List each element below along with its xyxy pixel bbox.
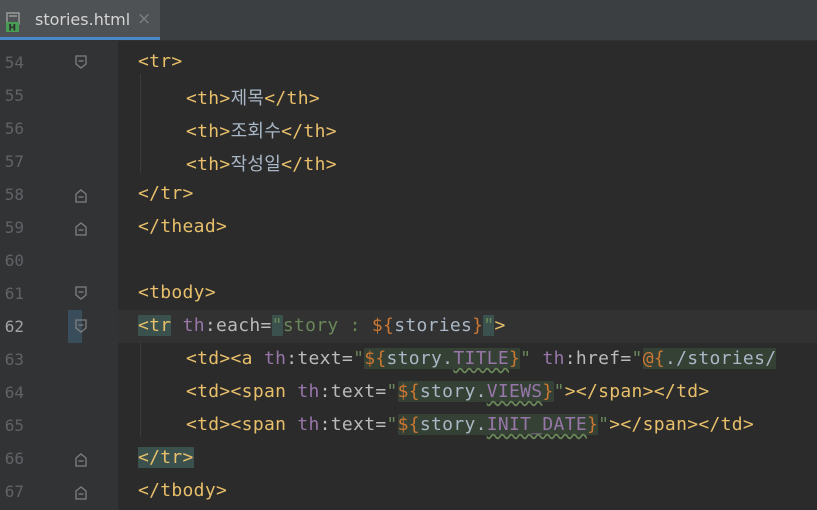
code-line[interactable]: 66 </tr> xyxy=(0,442,817,475)
code-text: <td><a th:text="${story.TITLE}" th:href=… xyxy=(186,348,777,369)
code-line[interactable]: 67 </tbody> xyxy=(0,475,817,508)
line-number: 59 xyxy=(4,218,24,237)
line-number: 54 xyxy=(4,53,24,72)
line-number: 65 xyxy=(4,416,24,435)
tab-stories-html[interactable]: H stories.html × xyxy=(0,0,160,40)
line-number: 57 xyxy=(4,152,24,171)
gutter-cell: 58 xyxy=(0,178,118,211)
code-text: <th>작성일</th> xyxy=(186,154,337,175)
code-line[interactable]: 58 </tr> xyxy=(0,178,817,211)
code-text: </tr> xyxy=(138,447,194,468)
code-text: </tr> xyxy=(138,183,194,204)
code-text: <tr th:each="story : ${stories}"> xyxy=(138,315,506,336)
code-text: <td><span th:text="${story.INIT_DATE}"><… xyxy=(186,414,755,435)
code-line[interactable]: 61 <tbody> xyxy=(0,277,817,310)
code-line[interactable]: 63 <td><a th:text="${story.TITLE}" th:hr… xyxy=(0,343,817,376)
line-number: 60 xyxy=(4,251,24,270)
code-text: <td><span th:text="${story.VIEWS}"></spa… xyxy=(186,381,710,402)
code-line[interactable]: 60 xyxy=(0,244,817,277)
svg-text:H: H xyxy=(9,24,17,33)
code-line[interactable]: 65 <td><span th:text="${story.INIT_DATE}… xyxy=(0,409,817,442)
gutter-cell: 60 xyxy=(0,244,118,277)
code-text: <tbody> xyxy=(138,282,216,303)
gutter-cell: 65 xyxy=(0,409,118,442)
line-number: 66 xyxy=(4,449,24,468)
gutter-cell: 63 xyxy=(0,343,118,376)
code-text: <th>제목</th> xyxy=(186,88,320,109)
code-line[interactable]: 59 </thead> xyxy=(0,211,817,244)
html-file-icon: H xyxy=(6,12,20,33)
code-line[interactable]: 57 <th>작성일</th> xyxy=(0,145,817,178)
gutter-cell: 61 xyxy=(0,277,118,310)
line-number: 56 xyxy=(4,119,24,138)
fold-open-icon[interactable] xyxy=(74,286,88,302)
code-text: <tr> xyxy=(138,51,183,72)
active-tab-indicator xyxy=(0,37,160,40)
close-icon[interactable]: × xyxy=(137,9,151,29)
fold-close-icon[interactable] xyxy=(74,220,88,236)
gutter-cell: 67 xyxy=(0,475,118,508)
gutter-cell: 54 xyxy=(0,46,118,79)
fold-close-icon[interactable] xyxy=(74,451,88,467)
gutter-cell: 57 xyxy=(0,145,118,178)
fold-close-icon[interactable] xyxy=(74,484,88,500)
fold-close-icon[interactable] xyxy=(74,187,88,203)
code-line[interactable]: 55 <th>제목</th> xyxy=(0,79,817,112)
line-number: 62 xyxy=(4,317,24,336)
code-line[interactable]: 64 <td><span th:text="${story.VIEWS}"></… xyxy=(0,376,817,409)
gutter-cell: 56 xyxy=(0,112,118,145)
code-line-current[interactable]: 62 <tr th:each="story : ${stories}"> xyxy=(0,310,817,343)
gutter-cell: 55 xyxy=(0,79,118,112)
gutter-cell: 64 xyxy=(0,376,118,409)
code-text: </tbody> xyxy=(138,480,228,501)
tab-label: stories.html xyxy=(35,10,131,29)
editor-tab-bar: H stories.html × xyxy=(0,0,817,41)
line-number: 61 xyxy=(4,284,24,303)
code-line[interactable]: 54 <tr> xyxy=(0,46,817,79)
code-line[interactable]: 56 <th>조회수</th> xyxy=(0,112,817,145)
gutter-cell: 59 xyxy=(0,211,118,244)
line-number: 64 xyxy=(4,383,24,402)
gutter-cell: 62 xyxy=(0,310,118,343)
fold-open-icon[interactable] xyxy=(74,319,88,335)
line-number: 63 xyxy=(4,350,24,369)
fold-open-icon[interactable] xyxy=(74,55,88,71)
line-number: 58 xyxy=(4,185,24,204)
line-number: 67 xyxy=(4,482,24,501)
line-number: 55 xyxy=(4,86,24,105)
code-editor[interactable]: 54 <tr> 55 <th>제목</th> 56 <th>조회수</th> 5… xyxy=(0,41,817,510)
code-text: </thead> xyxy=(138,216,228,237)
code-text: <th>조회수</th> xyxy=(186,121,337,142)
gutter-cell: 66 xyxy=(0,442,118,475)
